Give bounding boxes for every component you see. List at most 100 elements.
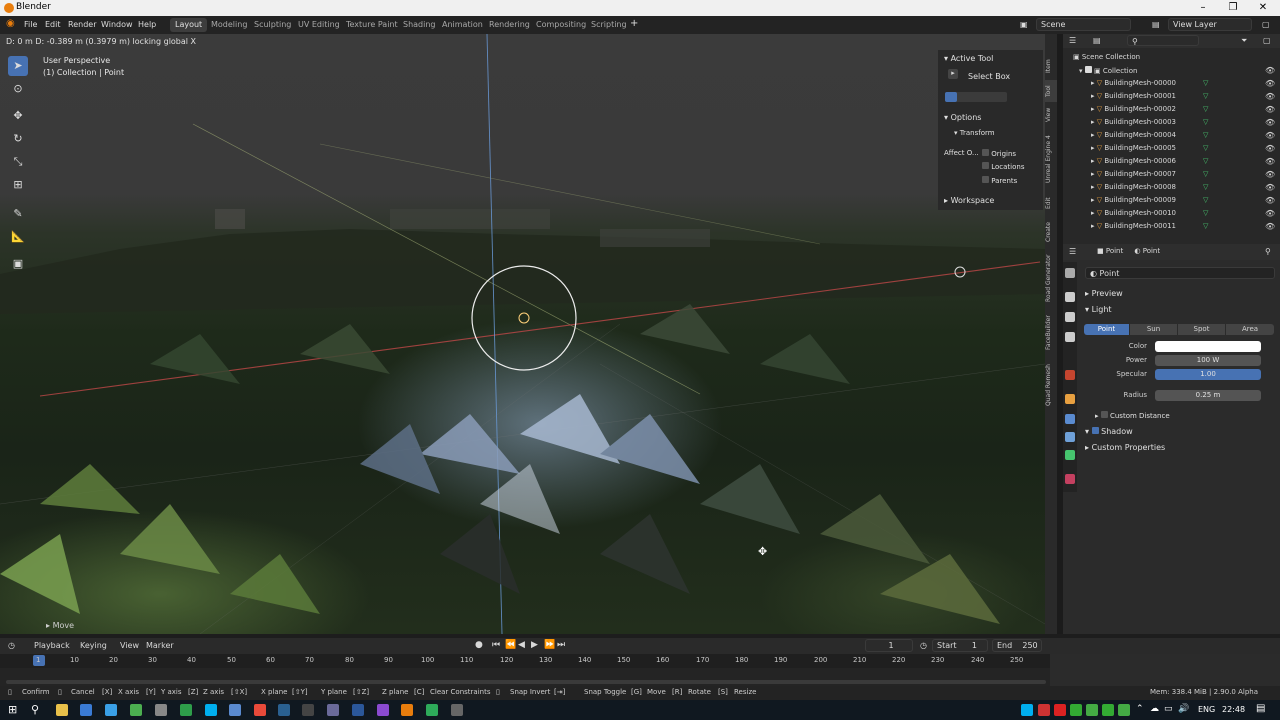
store-icon[interactable]	[80, 704, 92, 716]
skype-icon[interactable]	[205, 704, 217, 716]
view-layer-icon[interactable]: ▤	[1152, 20, 1160, 29]
light-type-point[interactable]: Point	[1084, 324, 1129, 335]
radius-field[interactable]: 0.25 m	[1155, 390, 1261, 401]
editor-type-icon[interactable]: ◷	[8, 641, 15, 650]
maximize-icon[interactable]: ❐	[1226, 1, 1240, 15]
add-cube-tool-icon[interactable]: ▣	[8, 254, 28, 274]
collection-row[interactable]: ▾ ▣ Collection 👁	[1063, 66, 1280, 79]
active-tool-header[interactable]: ▾ Active Tool	[944, 54, 993, 63]
timeline-area[interactable]	[0, 668, 1050, 686]
app-icon[interactable]	[130, 704, 142, 716]
tray-icon[interactable]	[1054, 704, 1066, 716]
custom-distance-header[interactable]: ▸ Custom Distance	[1095, 411, 1170, 420]
network-icon[interactable]: ▭	[1164, 704, 1173, 714]
custom-properties-header[interactable]: ▸ Custom Properties	[1085, 443, 1165, 452]
locations-checkbox[interactable]: Locations	[982, 162, 1025, 171]
workspace-header[interactable]: ▸ Workspace	[944, 196, 994, 205]
tab-road-generator[interactable]: Road Generator	[1045, 250, 1057, 306]
menu-window[interactable]: Window	[101, 20, 133, 29]
timeline-scrollbar[interactable]	[6, 680, 1046, 684]
view-layer-tab-icon[interactable]	[1065, 332, 1075, 342]
tray-chevron-icon[interactable]: ⌃	[1136, 704, 1144, 714]
eye-icon[interactable]: 👁	[1265, 144, 1275, 153]
menu-file[interactable]: File	[24, 20, 37, 29]
list-item[interactable]: ▸ ▽ BuildingMesh-00003 ▽ 👁	[1063, 118, 1280, 131]
tray-icon[interactable]	[1070, 704, 1082, 716]
pin-icon[interactable]: ⚲	[1265, 247, 1271, 256]
play-reverse-icon[interactable]: ◀	[518, 640, 525, 650]
eye-icon[interactable]: 👁	[1265, 222, 1275, 231]
checkbox-icon[interactable]	[1084, 66, 1092, 73]
specular-field[interactable]: 1.00	[1155, 369, 1261, 380]
light-type-spot[interactable]: Spot	[1178, 324, 1225, 335]
tab-animation[interactable]: Animation	[437, 18, 488, 32]
scene-tab-icon[interactable]	[1065, 370, 1075, 380]
tab-facebuilder[interactable]: FaceBuilder	[1045, 308, 1057, 358]
new-collection-icon[interactable]: ▢	[1263, 36, 1271, 45]
transform-subheader[interactable]: ▾ Transform	[954, 129, 995, 137]
selection-mode-buttons[interactable]	[945, 92, 1007, 102]
eye-icon[interactable]: 👁	[1265, 170, 1275, 179]
eye-icon[interactable]: 👁	[1265, 196, 1275, 205]
options-header[interactable]: ▾ Options	[944, 113, 981, 122]
3d-viewport[interactable]: ✥ D: 0 m D: -0.389 m (0.3979 m) locking …	[0, 34, 1045, 634]
blender-taskbar-icon[interactable]	[401, 704, 413, 716]
menu-help[interactable]: Help	[138, 20, 156, 29]
preview-range-icon[interactable]: ◷	[920, 641, 927, 650]
add-workspace-icon[interactable]: +	[630, 18, 638, 29]
eye-icon[interactable]: 👁	[1265, 131, 1275, 140]
app-icon[interactable]	[155, 704, 167, 716]
search-icon[interactable]: ⚲	[31, 703, 39, 716]
last-operator-panel[interactable]: ▸ Move	[46, 621, 74, 630]
view-menu[interactable]: View	[120, 641, 139, 650]
origins-checkbox[interactable]: Origins	[982, 149, 1016, 158]
select-box-icon[interactable]: ▸	[948, 69, 958, 79]
list-item[interactable]: ▸ ▽ BuildingMesh-00006 ▽ 👁	[1063, 157, 1280, 170]
record-icon[interactable]: ●	[475, 640, 483, 650]
tray-icon[interactable]	[1102, 704, 1114, 716]
app-icon[interactable]	[302, 704, 314, 716]
tray-skype-icon[interactable]	[1021, 704, 1033, 716]
list-item[interactable]: ▸ ▽ BuildingMesh-00004 ▽ 👁	[1063, 131, 1280, 144]
tab-rendering[interactable]: Rendering	[484, 18, 535, 32]
minimize-icon[interactable]: –	[1196, 1, 1210, 15]
render-tab-icon[interactable]	[1065, 292, 1075, 302]
checkbox-icon[interactable]	[1091, 427, 1099, 434]
language-indicator[interactable]: ENG	[1198, 705, 1215, 714]
eye-icon[interactable]: 👁	[1265, 157, 1275, 166]
texture-tab-icon[interactable]	[1065, 474, 1075, 484]
new-view-layer-icon[interactable]: ▢	[1262, 20, 1270, 29]
list-item[interactable]: ▸ ▽ BuildingMesh-00005 ▽ 👁	[1063, 144, 1280, 157]
physics-tab-icon[interactable]	[1065, 414, 1075, 424]
eye-icon[interactable]: 👁	[1265, 66, 1275, 75]
tab-layout[interactable]: Layout	[170, 18, 208, 32]
tab-unreal-engine[interactable]: Unreal Engine 4	[1045, 128, 1057, 190]
list-item[interactable]: ▸ ▽ BuildingMesh-00008 ▽ 👁	[1063, 183, 1280, 196]
list-item[interactable]: ▸ ▽ BuildingMesh-00002 ▽ 👁	[1063, 105, 1280, 118]
tab-uv-editing[interactable]: UV Editing	[293, 18, 345, 32]
windows-start-icon[interactable]: ⊞	[8, 703, 17, 716]
menu-edit[interactable]: Edit	[45, 20, 61, 29]
transform-tool-icon[interactable]: ⊞	[8, 175, 28, 195]
object-tab-icon[interactable]	[1065, 394, 1075, 404]
outliner-search-input[interactable]: ⚲	[1127, 35, 1199, 46]
power-field[interactable]: 100 W	[1155, 355, 1261, 366]
playback-menu[interactable]: Playback	[34, 641, 70, 650]
app-icon[interactable]	[180, 704, 192, 716]
list-item[interactable]: ▸ ▽ BuildingMesh-00000 ▽ 👁	[1063, 79, 1280, 92]
eye-icon[interactable]: 👁	[1265, 92, 1275, 101]
color-swatch[interactable]	[1155, 341, 1261, 352]
end-frame-field[interactable]: End 250	[992, 639, 1042, 652]
shadow-header[interactable]: ▾ Shadow	[1085, 427, 1133, 436]
checkbox-icon[interactable]	[1100, 411, 1108, 418]
measure-tool-icon[interactable]: 📐	[8, 227, 28, 247]
app-icon[interactable]	[229, 704, 241, 716]
editor-type-icon[interactable]: ☰	[1069, 247, 1076, 256]
tray-icon[interactable]	[1118, 704, 1130, 716]
blender-menu-icon[interactable]: ◉	[6, 18, 15, 29]
tab-edit[interactable]: Edit	[1045, 192, 1057, 214]
keying-menu[interactable]: Keying	[80, 641, 107, 650]
output-tab-icon[interactable]	[1065, 312, 1075, 322]
editor-type-icon[interactable]: ☰	[1069, 36, 1076, 45]
light-type-area[interactable]: Area	[1226, 324, 1274, 335]
